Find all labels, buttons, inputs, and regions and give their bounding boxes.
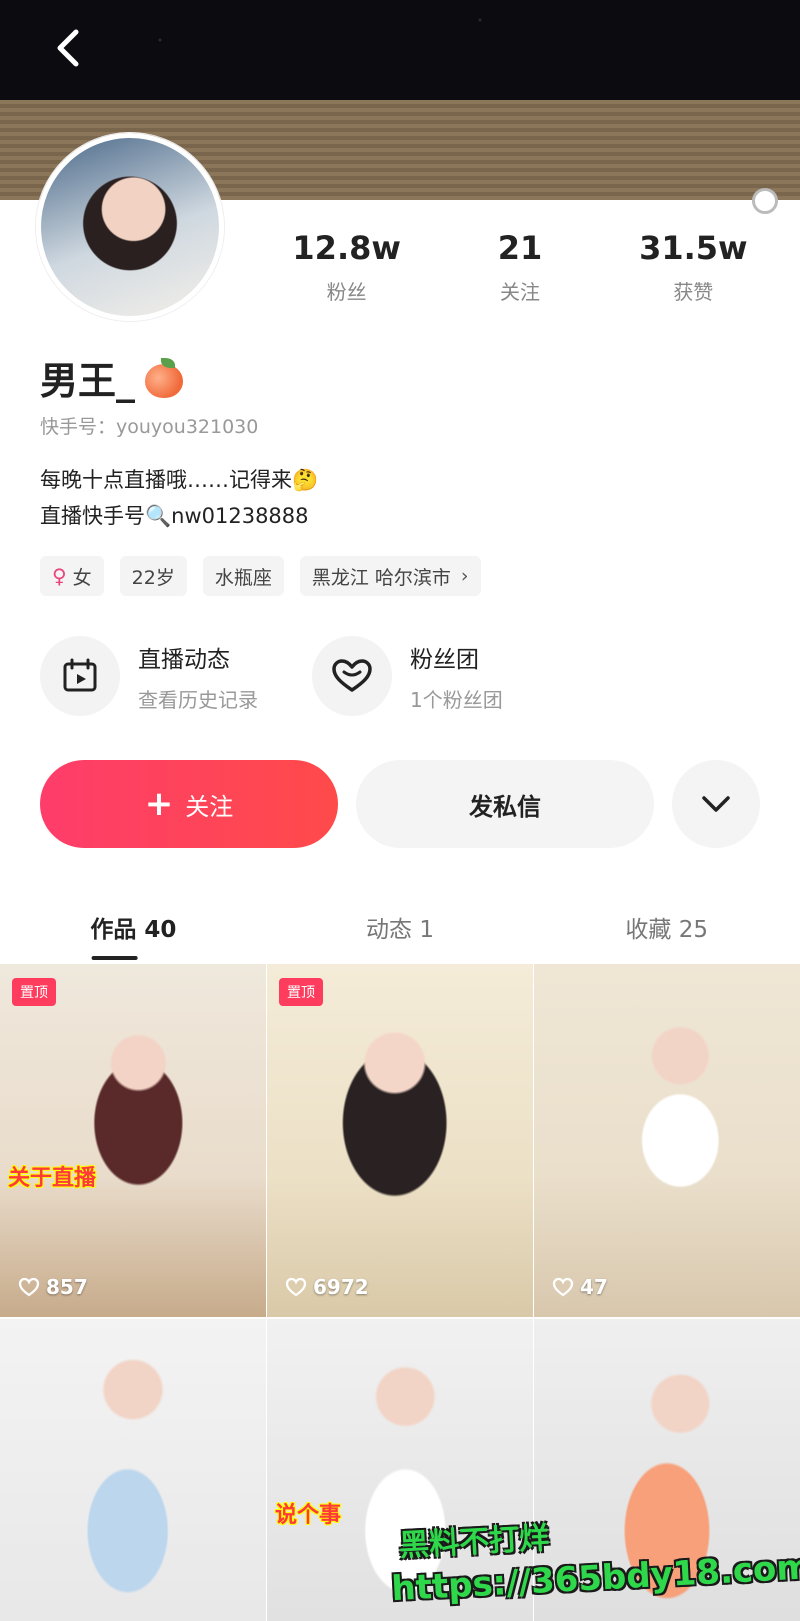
heart-outline-icon	[18, 1277, 40, 1297]
heart-outline-icon	[552, 1277, 574, 1297]
video-likes: 6972	[285, 1275, 369, 1299]
profile-name: 男王_	[40, 350, 185, 405]
tag-gender-text: 女	[72, 566, 92, 589]
stat-label: 获赞	[673, 280, 714, 304]
tag-location-text: 黑龙江 哈尔滨市	[311, 566, 451, 589]
calendar-live-icon	[40, 636, 120, 716]
profile-name-text: 男王_	[40, 359, 136, 403]
peach-icon	[143, 357, 185, 398]
heart-fans-icon	[312, 636, 392, 716]
watermark-line-1: 黑料不打烊	[398, 1520, 551, 1564]
chevron-down-icon	[702, 796, 730, 812]
video-likes: 47	[552, 1275, 608, 1299]
tag-gender: ♀ 女	[40, 556, 104, 596]
profile-tags: ♀ 女 22岁 水瓶座 黑龙江 哈尔滨市 ›	[40, 556, 481, 596]
refresh-indicator	[752, 188, 778, 214]
stats-row: 12.8w 粉丝 21 关注 31.5w 获赞	[260, 228, 780, 305]
tag-zodiac: 水瓶座	[202, 556, 284, 596]
cover-sky	[0, 0, 800, 100]
more-button[interactable]	[672, 760, 760, 848]
stat-value: 31.5w	[639, 229, 748, 267]
bio-line-2: 直播快手号🔍nw01238888	[40, 504, 309, 528]
message-button[interactable]: 发私信	[356, 760, 654, 848]
tab-moments[interactable]: 动态 1	[267, 898, 534, 960]
video-tile[interactable]	[0, 1319, 266, 1621]
follow-label: 关注	[185, 792, 234, 821]
bio-line-1: 每晚十点直播哦……记得来🤔	[40, 468, 319, 492]
back-button[interactable]	[48, 26, 88, 70]
feature-subtitle: 查看历史记录	[138, 687, 258, 712]
live-history-entry[interactable]: 直播动态 查看历史记录	[40, 636, 258, 716]
chevron-right-icon: ›	[460, 565, 469, 587]
likes-count: 47	[580, 1275, 608, 1299]
video-caption: 关于直播	[8, 1166, 97, 1191]
feature-title: 直播动态	[138, 646, 230, 673]
feature-subtitle: 1个粉丝团	[410, 687, 503, 712]
plus-icon: +	[144, 784, 174, 824]
video-tile[interactable]: 47	[534, 964, 800, 1317]
feature-title: 粉丝团	[410, 646, 479, 673]
stat-followers[interactable]: 12.8w 粉丝	[260, 228, 433, 305]
stat-label: 关注	[499, 280, 540, 304]
fan-club-entry[interactable]: 粉丝团 1个粉丝团	[312, 636, 503, 716]
tag-location[interactable]: 黑龙江 哈尔滨市 ›	[299, 556, 481, 596]
likes-count: 6972	[313, 1275, 369, 1299]
video-tile[interactable]: 置顶 6972	[267, 964, 533, 1317]
bio: 每晚十点直播哦……记得来🤔 直播快手号🔍nw01238888	[40, 462, 318, 534]
stat-value: 12.8w	[292, 229, 401, 267]
kuaishou-id[interactable]: 快手号：youyou321030	[40, 412, 258, 439]
tab-favorites[interactable]: 收藏 25	[533, 898, 800, 960]
video-tile[interactable]: 置顶 关于直播 857	[0, 964, 266, 1317]
heart-outline-icon	[285, 1277, 307, 1297]
tab-works[interactable]: 作品 40	[0, 898, 267, 960]
pinned-badge: 置顶	[279, 978, 323, 1006]
stat-following[interactable]: 21 关注	[433, 228, 606, 305]
content-tabs: 作品 40 动态 1 收藏 25	[0, 898, 800, 960]
pinned-badge: 置顶	[12, 978, 56, 1006]
female-icon: ♀	[52, 564, 67, 588]
likes-count: 857	[46, 1275, 88, 1299]
video-likes: 857	[18, 1275, 88, 1299]
video-caption: 说个事	[275, 1503, 342, 1528]
back-icon	[57, 29, 79, 67]
feature-row: 直播动态 查看历史记录 粉丝团 1个粉丝团	[40, 636, 503, 716]
stat-likes[interactable]: 31.5w 获赞	[607, 228, 780, 305]
follow-button[interactable]: + 关注	[40, 760, 338, 848]
tag-age: 22岁	[119, 556, 187, 596]
action-row: + 关注 发私信	[40, 760, 760, 848]
stat-label: 粉丝	[326, 280, 367, 304]
stat-value: 21	[497, 229, 543, 267]
avatar[interactable]	[36, 133, 224, 321]
